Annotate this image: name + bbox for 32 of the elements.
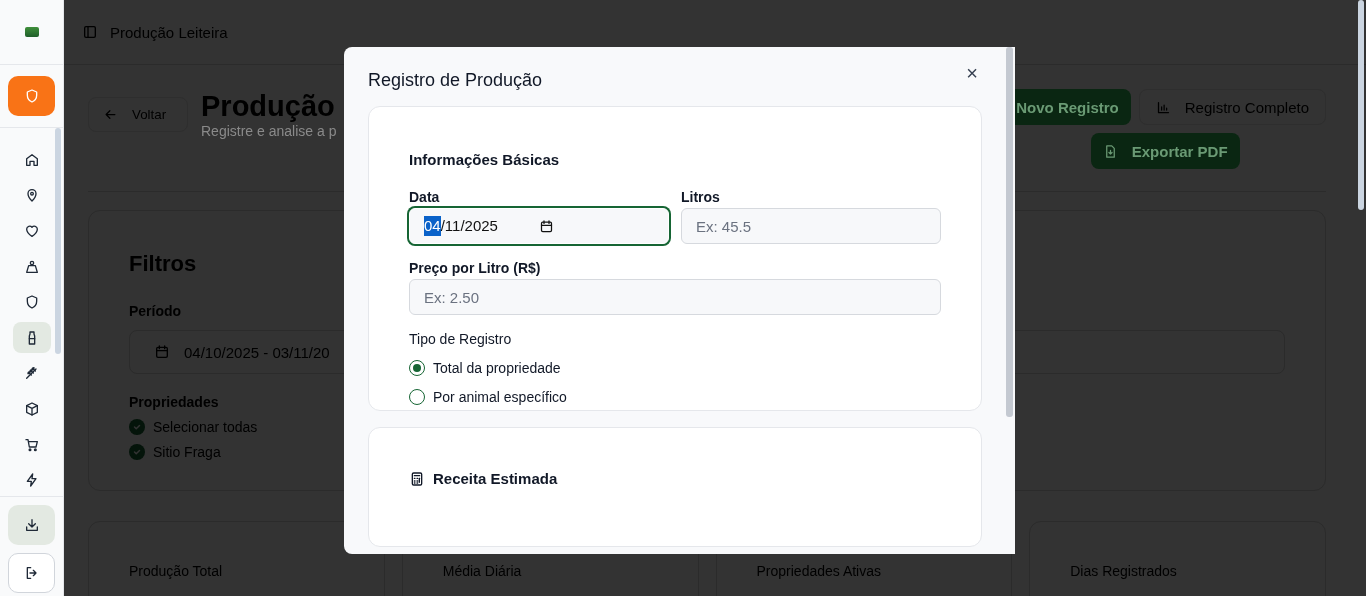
calendar-icon: [539, 218, 554, 234]
radio-label: Total da propriedade: [433, 360, 561, 376]
dialog-title: Registro de Produção: [368, 69, 543, 91]
scrollbar[interactable]: [1006, 47, 1013, 417]
arrow-left-icon: [103, 107, 118, 122]
nav-button[interactable]: [12, 322, 51, 354]
box-icon: [23, 401, 40, 418]
logo-icon: [24, 27, 39, 37]
liters-input[interactable]: Ex: 45.5: [681, 208, 941, 244]
close-button[interactable]: ×: [962, 63, 982, 83]
sidebar-toggle-icon: [82, 24, 98, 40]
radio-label: Por animal específico: [433, 389, 567, 405]
section-title: Informações Básicas: [409, 151, 561, 168]
checkbox[interactable]: [129, 419, 145, 435]
section-title: Receita Estimada: [433, 470, 558, 487]
calculator-icon: [409, 470, 425, 487]
calendar-icon: [154, 344, 170, 360]
weight-icon: [23, 258, 40, 275]
checkbox[interactable]: [129, 444, 145, 460]
bar-chart-icon: [1155, 99, 1171, 115]
cart-icon: [23, 436, 40, 453]
home-icon: [23, 151, 40, 168]
field-label: Litros: [681, 189, 721, 205]
field-label: Tipo de Registro: [409, 331, 513, 347]
scrollbar[interactable]: [55, 128, 61, 354]
scrollbar[interactable]: [1358, 0, 1364, 210]
field-label: Preço por Litro (R$): [409, 260, 542, 276]
download-icon: [23, 517, 40, 533]
page-subtitle: Registre e analise a p: [201, 123, 337, 139]
action-button[interactable]: Exportar PDF: [1090, 133, 1240, 169]
field-label: Data: [409, 189, 441, 205]
price-input[interactable]: Ex: 2.50: [409, 279, 941, 315]
